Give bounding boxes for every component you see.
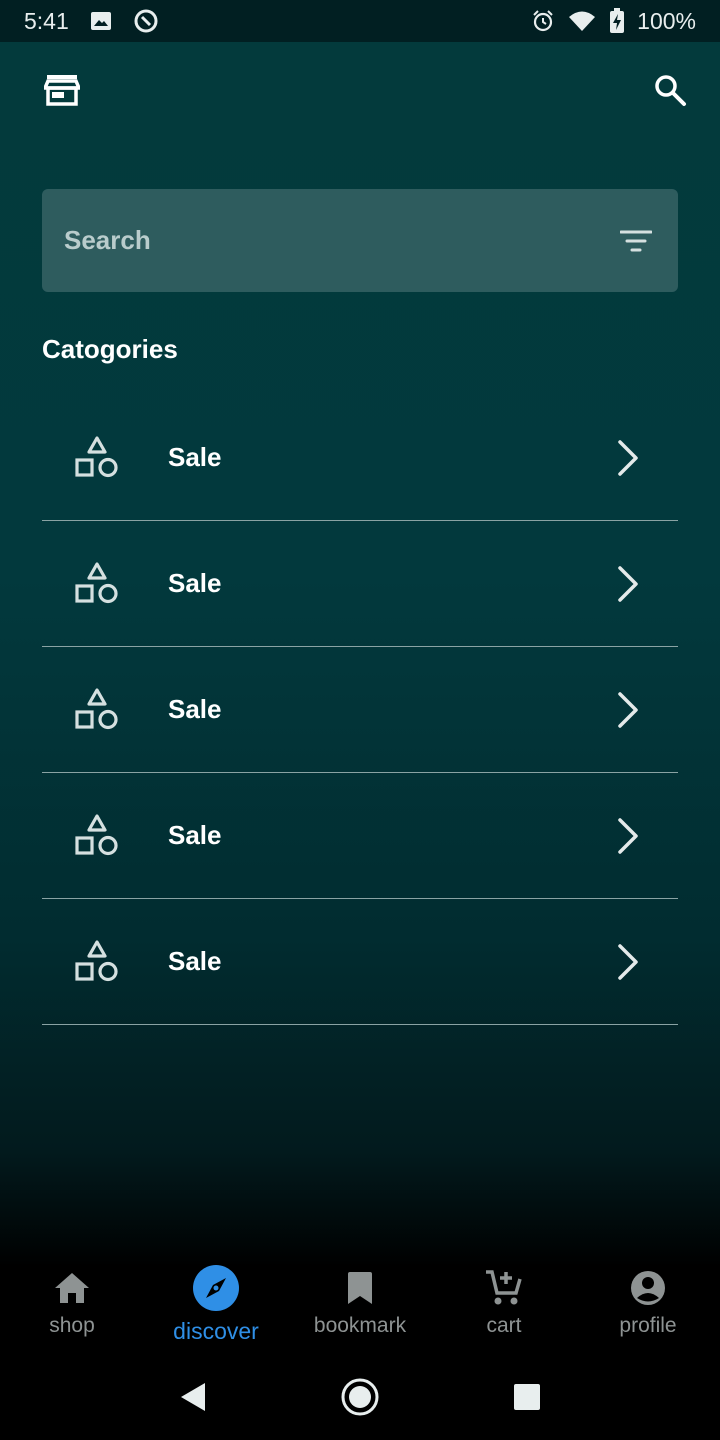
home-icon bbox=[54, 1268, 90, 1308]
nav-item-discover[interactable]: discover bbox=[144, 1250, 288, 1354]
compass-icon bbox=[192, 1264, 240, 1312]
category-label: Sale bbox=[168, 568, 222, 598]
bottom-navigation: shop discover bookmark cart profile bbox=[0, 1250, 720, 1354]
app-bar bbox=[0, 42, 720, 142]
chevron-right-icon bbox=[618, 692, 638, 728]
search-icon[interactable] bbox=[650, 70, 690, 110]
category-label: Sale bbox=[168, 946, 222, 976]
battery-charging-icon bbox=[609, 8, 625, 34]
category-item[interactable]: Sale bbox=[42, 647, 678, 773]
search-input[interactable] bbox=[64, 225, 616, 256]
shapes-icon bbox=[75, 688, 118, 730]
nav-item-bookmark[interactable]: bookmark bbox=[288, 1250, 432, 1354]
recents-icon[interactable] bbox=[497, 1367, 557, 1427]
nav-label-shop: shop bbox=[49, 1314, 95, 1337]
account-icon bbox=[630, 1268, 666, 1308]
battery-percent: 100% bbox=[637, 7, 696, 34]
category-label: Sale bbox=[168, 694, 222, 724]
sync-icon bbox=[133, 8, 159, 34]
category-item[interactable]: Sale bbox=[42, 521, 678, 647]
shapes-icon bbox=[75, 562, 118, 604]
search-field[interactable] bbox=[42, 189, 678, 292]
shapes-icon bbox=[75, 940, 118, 982]
shapes-icon bbox=[75, 436, 118, 478]
nav-item-cart[interactable]: cart bbox=[432, 1250, 576, 1354]
nav-label-discover: discover bbox=[173, 1318, 259, 1344]
cart-icon bbox=[485, 1268, 523, 1308]
status-time: 5:41 bbox=[24, 7, 69, 34]
shapes-icon bbox=[75, 814, 118, 856]
category-list: Sale Sale Sale Sale Sale bbox=[42, 395, 678, 1025]
chevron-right-icon bbox=[618, 818, 638, 854]
status-bar: 5:41 100% bbox=[0, 0, 720, 42]
nav-label-profile: profile bbox=[619, 1314, 677, 1337]
nav-item-profile[interactable]: profile bbox=[576, 1250, 720, 1354]
chevron-right-icon bbox=[618, 944, 638, 980]
wifi-icon bbox=[567, 9, 597, 33]
nav-label-cart: cart bbox=[486, 1314, 522, 1337]
filter-icon[interactable] bbox=[616, 221, 656, 261]
categories-heading: Catogories bbox=[42, 334, 178, 364]
image-icon bbox=[89, 9, 113, 33]
category-item[interactable]: Sale bbox=[42, 899, 678, 1025]
back-icon[interactable] bbox=[163, 1367, 223, 1427]
chevron-right-icon bbox=[618, 440, 638, 476]
nav-label-bookmark: bookmark bbox=[313, 1314, 407, 1337]
alarm-icon bbox=[531, 9, 555, 33]
nav-item-shop[interactable]: shop bbox=[0, 1250, 144, 1354]
category-label: Sale bbox=[168, 442, 222, 472]
category-item[interactable]: Sale bbox=[42, 395, 678, 521]
category-label: Sale bbox=[168, 820, 222, 850]
chevron-right-icon bbox=[618, 566, 638, 602]
category-item[interactable]: Sale bbox=[42, 773, 678, 899]
system-navigation-bar bbox=[0, 1354, 720, 1440]
bookmark-icon bbox=[346, 1268, 374, 1308]
home-button-icon[interactable] bbox=[330, 1367, 390, 1427]
store-icon[interactable] bbox=[42, 70, 82, 110]
